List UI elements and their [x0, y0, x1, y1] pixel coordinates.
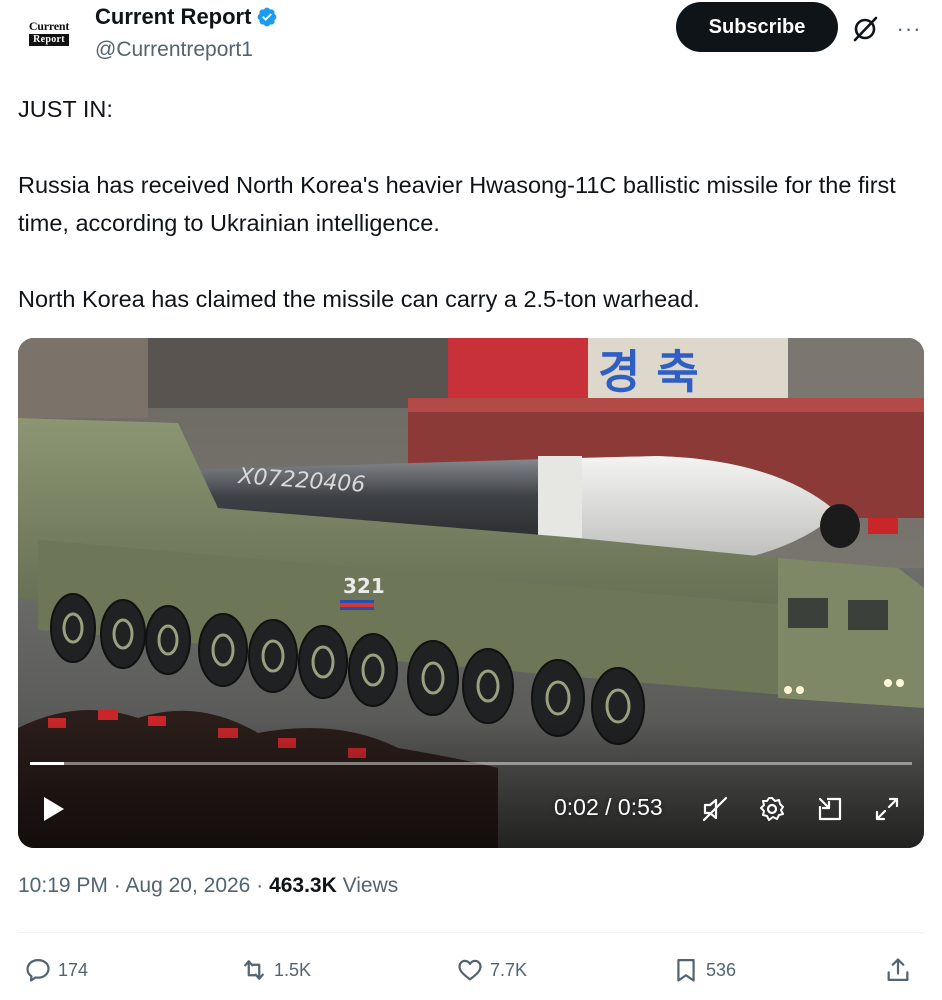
video-progress-track[interactable] [30, 762, 912, 765]
verified-badge-icon [258, 7, 277, 27]
like-button[interactable]: 7.7K [456, 948, 527, 992]
tweet-paragraph: North Korea has claimed the missile can … [18, 286, 700, 312]
tweet-date[interactable]: Aug 20, 2026 [125, 874, 250, 897]
more-options-icon[interactable]: ··· [894, 14, 924, 44]
views-count: 463.3K [269, 874, 337, 897]
vehicle-number: 321 [343, 574, 385, 598]
picture-in-picture-icon[interactable] [816, 795, 844, 823]
name-row: Current Report [95, 4, 278, 30]
tweet-text: JUST IN: Russia has received North Korea… [18, 90, 928, 318]
repost-count: 1.5K [274, 959, 312, 980]
avatar[interactable]: Current Report [18, 14, 80, 52]
tweet-header: Current Report Current Report @Currentre… [0, 0, 942, 80]
tweet-meta: 10:19 PM · Aug 20, 2026 · 463.3K Views [18, 874, 398, 898]
like-count: 7.7K [490, 959, 528, 980]
reply-count: 174 [58, 959, 89, 980]
meta-separator: · [113, 874, 121, 897]
mute-icon[interactable] [701, 795, 729, 823]
bookmark-icon [677, 958, 695, 982]
reply-icon [26, 958, 50, 982]
video-progress-fill [30, 762, 64, 765]
account-handle[interactable]: @Currentreport1 [95, 38, 253, 62]
repost-icon [244, 960, 264, 980]
avatar-text-current: Current [28, 19, 70, 33]
tweet-paragraph: Russia has received North Korea's heavie… [18, 172, 896, 236]
divider [18, 932, 924, 933]
bookmark-count: 536 [706, 959, 737, 980]
heart-icon [458, 959, 482, 981]
banner-text: 경 축 [598, 345, 699, 399]
meta-separator: · [256, 874, 264, 897]
grok-icon[interactable] [850, 14, 880, 44]
avatar-text-report: Report [29, 34, 69, 46]
action-bar: 174 1.5K 7.7K 536 [0, 948, 942, 992]
share-icon[interactable] [884, 956, 912, 984]
reply-button[interactable]: 174 [24, 948, 88, 992]
settings-icon[interactable] [758, 795, 786, 823]
tweet-paragraph: JUST IN: [18, 96, 113, 122]
video-time: 0:02 / 0:53 [554, 794, 663, 820]
video-frame-image: 경 축 X07220406 321 [18, 338, 924, 848]
subscribe-button[interactable]: Subscribe [676, 2, 838, 52]
repost-button[interactable]: 1.5K [240, 948, 311, 992]
tweet-time[interactable]: 10:19 PM [18, 874, 108, 897]
video-player[interactable]: 경 축 X07220406 321 0:02 / 0:53 [18, 338, 924, 848]
play-icon[interactable] [42, 796, 66, 822]
views-label: Views [342, 874, 399, 897]
display-name[interactable]: Current Report [95, 4, 251, 30]
bookmark-button[interactable]: 536 [672, 948, 736, 992]
fullscreen-icon[interactable] [873, 795, 901, 823]
